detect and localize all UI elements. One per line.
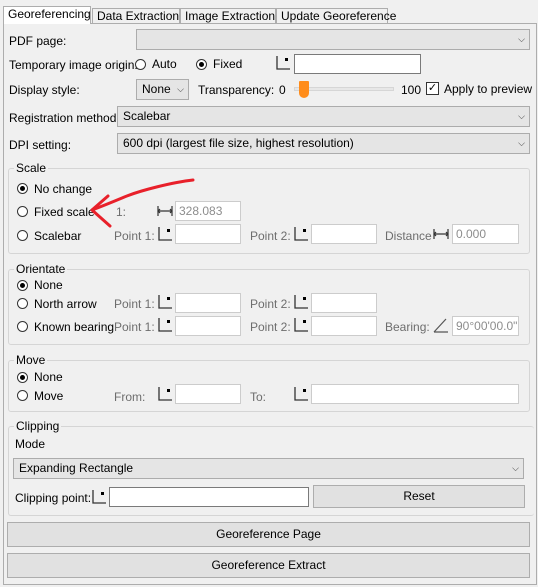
tab-update-georeference[interactable]: Update Georeference [276, 8, 396, 23]
transparency-slider-track[interactable] [294, 87, 394, 91]
display-style-select[interactable]: None ⌵ [136, 79, 189, 100]
bearing-point2-label: Point 2: [250, 320, 291, 334]
dpi-setting-select[interactable]: 600 dpi (largest file size, highest reso… [117, 133, 530, 154]
north-point2-input[interactable] [311, 293, 377, 313]
apply-preview-label: Apply to preview in [444, 82, 536, 96]
tab-georeferencing[interactable]: Georeferencing [3, 6, 91, 24]
orientate-north-label: North arrow [34, 297, 97, 311]
clipping-point-label: Clipping point: [15, 491, 92, 505]
chevron-down-icon: ⌵ [518, 111, 525, 121]
north-point1-input[interactable] [175, 293, 241, 313]
orientate-none-label: None [34, 278, 63, 292]
scale-nochange-radio[interactable] [17, 183, 28, 194]
clipping-group-title: Clipping [14, 419, 62, 433]
pick-point-icon[interactable] [157, 386, 173, 402]
pdf-page-label: PDF page: [9, 34, 67, 48]
measure-distance-icon[interactable] [433, 226, 449, 242]
pick-point-icon[interactable] [293, 226, 309, 242]
pick-point-icon[interactable] [91, 489, 107, 505]
chevron-down-icon: ⌵ [518, 34, 525, 44]
pick-point-icon[interactable] [293, 386, 309, 402]
orientate-group-title: Orientate [14, 262, 68, 276]
orientate-bearing-label: Known bearing [34, 320, 115, 334]
clipping-mode-select[interactable]: Expanding Rectangle ⌵ [13, 458, 524, 479]
bearing-label: Bearing: [385, 320, 430, 334]
clipping-reset-button[interactable]: Reset [313, 485, 525, 508]
clipping-mode-label: Mode [15, 437, 46, 451]
registration-method-value: Scalebar [123, 109, 171, 123]
apply-preview-checkbox[interactable]: ✓ [426, 82, 439, 95]
scale-fixed-radio[interactable] [17, 206, 28, 217]
origin-auto-radio[interactable] [135, 59, 146, 70]
move-none-radio[interactable] [17, 372, 28, 383]
transparency-slider-thumb[interactable] [298, 81, 309, 98]
chevron-down-icon: ⌵ [518, 138, 525, 148]
move-move-radio[interactable] [17, 390, 28, 401]
pick-point-icon[interactable] [157, 317, 173, 333]
move-to-input[interactable] [311, 384, 519, 404]
dpi-setting-value: 600 dpi (largest file size, highest reso… [123, 136, 354, 150]
move-from-label: From: [114, 390, 146, 404]
red-arrow-annotation [90, 178, 195, 228]
bearing-point1-label: Point 1: [114, 320, 155, 334]
display-style-label: Display style: [9, 83, 80, 97]
pdf-page-select[interactable]: ⌵ [136, 29, 530, 50]
pick-point-icon[interactable] [293, 294, 309, 310]
tab-image-extraction[interactable]: Image Extraction [180, 8, 276, 23]
transparency-min: 0 [279, 83, 286, 97]
north-point2-label: Point 2: [250, 297, 291, 311]
georeference-page-button[interactable]: Georeference Page [7, 522, 530, 547]
move-from-input[interactable] [175, 384, 241, 404]
bearing-point1-input[interactable] [175, 316, 241, 336]
chevron-down-icon: ⌵ [177, 84, 184, 94]
origin-point-input[interactable] [294, 54, 421, 74]
scale-group-title: Scale [14, 161, 49, 175]
scale-distance-label: Distance [385, 229, 432, 243]
scale-scalebar-radio[interactable] [17, 230, 28, 241]
orientate-none-radio[interactable] [17, 280, 28, 291]
pick-point-icon[interactable] [293, 317, 309, 333]
scale-point2-label: Point 2: [250, 229, 291, 243]
display-style-value: None [142, 82, 171, 96]
scale-scalebar-label: Scalebar [34, 229, 82, 243]
registration-method-select[interactable]: Scalebar ⌵ [117, 106, 530, 127]
origin-fixed-radio[interactable] [196, 59, 207, 70]
move-group-title: Move [14, 353, 48, 367]
dpi-setting-label: DPI setting: [9, 138, 72, 152]
move-none-label: None [34, 370, 63, 384]
orientate-north-radio[interactable] [17, 298, 28, 309]
move-move-label: Move [34, 389, 64, 403]
clipping-mode-value: Expanding Rectangle [19, 461, 134, 475]
temp-origin-label: Temporary image origin: [9, 58, 138, 72]
move-to-label: To: [250, 390, 267, 404]
scale-point2-input[interactable] [311, 224, 377, 244]
bearing-input[interactable]: 90°00'00.0" [452, 316, 519, 336]
georeference-extract-button[interactable]: Georeference Extract [7, 553, 530, 578]
registration-method-label: Registration method: [9, 111, 120, 125]
transparency-max: 100 [401, 83, 422, 97]
bearing-point2-input[interactable] [311, 316, 377, 336]
pick-point-icon[interactable] [275, 55, 291, 71]
bearing-angle-icon[interactable] [433, 317, 449, 333]
pick-point-icon[interactable] [157, 294, 173, 310]
tab-data-extraction[interactable]: Data Extraction [92, 8, 180, 23]
clipping-point-input[interactable] [109, 487, 309, 507]
orientate-bearing-radio[interactable] [17, 321, 28, 332]
north-point1-label: Point 1: [114, 297, 155, 311]
transparency-label: Transparency: [198, 83, 275, 97]
origin-fixed-label: Fixed [213, 57, 243, 71]
scale-distance-input[interactable]: 0.000 [452, 224, 519, 244]
origin-auto-label: Auto [152, 57, 177, 71]
chevron-down-icon: ⌵ [512, 463, 519, 473]
